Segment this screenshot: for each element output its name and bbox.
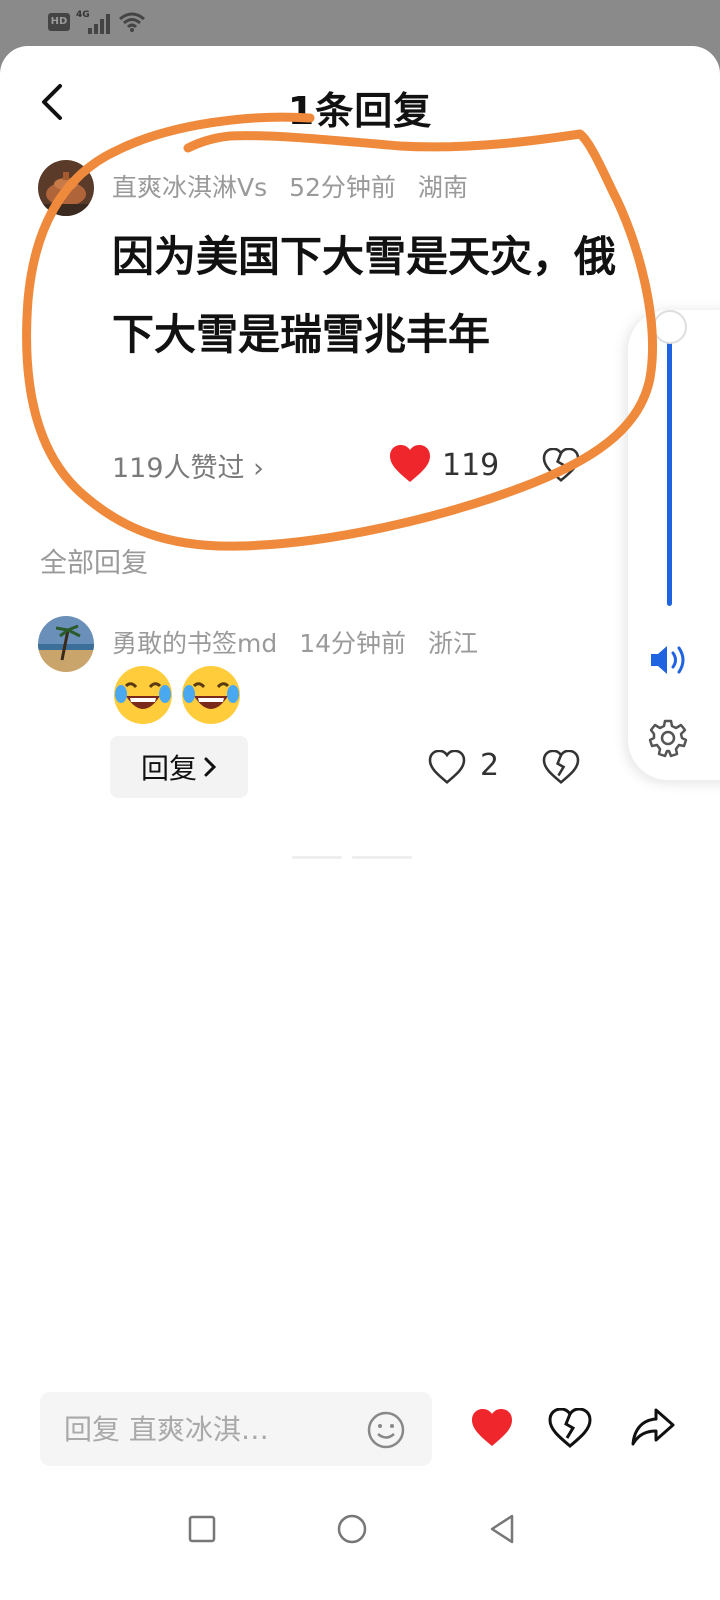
username[interactable]: 直爽冰淇淋Vs (112, 173, 267, 202)
settings-icon[interactable] (648, 718, 688, 758)
laughing-emoji (182, 666, 240, 724)
avatar[interactable] (38, 160, 94, 216)
heart-icon[interactable] (388, 444, 432, 484)
all-replies-label: 全部回复 (40, 548, 148, 579)
smile-icon[interactable] (366, 1410, 406, 1450)
timestamp: 52分钟前 (289, 173, 396, 202)
broken-heart-icon[interactable] (548, 1408, 592, 1448)
volume-slider-handle[interactable] (653, 310, 687, 344)
square-nav-icon[interactable] (187, 1514, 217, 1544)
heart-icon[interactable] (428, 750, 466, 784)
reply-meta: 勇敢的书签md 14分钟前 浙江 (112, 624, 492, 660)
broken-heart-icon[interactable] (542, 750, 580, 784)
volume-panel (628, 310, 720, 780)
location: 浙江 (427, 629, 478, 658)
circle-nav-icon[interactable] (336, 1513, 368, 1545)
heart-icon[interactable] (470, 1408, 514, 1448)
loading-divider (352, 856, 412, 859)
volume-slider-track[interactable] (667, 326, 672, 606)
loading-divider (292, 856, 342, 859)
timestamp: 14分钟前 (299, 629, 406, 658)
triangle-nav-icon[interactable] (487, 1513, 517, 1545)
chevron-right-icon (204, 757, 217, 777)
likers-link[interactable]: 119人赞过 › (112, 446, 264, 485)
comment-sheet: 1条回复 直爽冰淇淋Vs 52分钟前 湖南 因为美国下大雪是天灾，俄下大雪是瑞雪… (0, 46, 720, 1600)
like-count: 2 (480, 748, 500, 783)
wifi-icon (119, 12, 145, 32)
status-bar: HD 4G (0, 0, 720, 46)
reply-button[interactable]: 回复 (110, 736, 248, 798)
share-icon[interactable] (630, 1406, 676, 1448)
like-count: 119 (442, 448, 500, 483)
page-title: 1条回复 (287, 89, 433, 133)
signal-icon (88, 14, 110, 34)
hd-badge: HD (48, 13, 70, 31)
broken-heart-icon[interactable] (542, 448, 580, 482)
comment-meta: 直爽冰淇淋Vs 52分钟前 湖南 (112, 168, 482, 204)
username[interactable]: 勇敢的书签md (112, 629, 277, 658)
location: 湖南 (417, 173, 468, 202)
volume-icon[interactable] (648, 642, 692, 678)
avatar[interactable] (38, 616, 94, 672)
laughing-emoji (114, 666, 172, 724)
comment-content: 因为美国下大雪是天灾，俄下大雪是瑞雪兆丰年 (112, 232, 617, 359)
reply-button-label: 回复 (140, 752, 197, 785)
